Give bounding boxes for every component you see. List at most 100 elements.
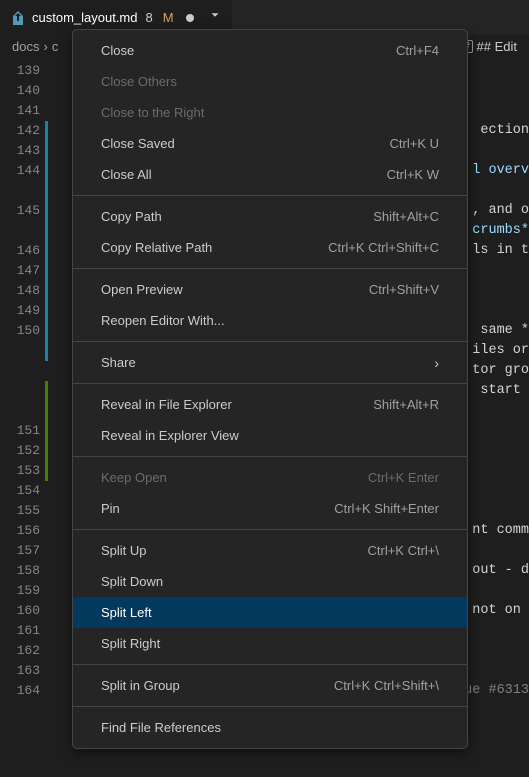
menu-item-label: Reveal in File Explorer bbox=[101, 397, 232, 412]
chevron-right-icon: › bbox=[43, 39, 47, 54]
breadcrumb-outline[interactable]: # ## Edit bbox=[460, 39, 517, 54]
menu-separator bbox=[73, 195, 467, 196]
menu-item-label: Split in Group bbox=[101, 678, 180, 693]
menu-item-shortcut: Shift+Alt+R bbox=[373, 397, 439, 412]
line-number: 160 bbox=[0, 601, 48, 621]
line-number bbox=[0, 341, 48, 361]
menu-item-label: Open Preview bbox=[101, 282, 183, 297]
menu-item-copy-path[interactable]: Copy Path Shift+Alt+C bbox=[73, 201, 467, 232]
menu-item-share[interactable]: Share › bbox=[73, 347, 467, 378]
tab-context-menu: Close Ctrl+F4 Close Others Close to the Rig… bbox=[72, 29, 468, 749]
menu-item-reopen-editor-with[interactable]: Reopen Editor With... bbox=[73, 305, 467, 336]
menu-item-label: Copy Path bbox=[101, 209, 162, 224]
menu-item-shortcut: Shift+Alt+C bbox=[373, 209, 439, 224]
menu-item-open-preview[interactable]: Open Preview Ctrl+Shift+V bbox=[73, 274, 467, 305]
line-number bbox=[0, 381, 48, 401]
change-indicator bbox=[45, 121, 48, 361]
menu-item-split-left[interactable]: Split Left bbox=[73, 597, 467, 628]
menu-item-label: Close Others bbox=[101, 74, 177, 89]
menu-item-label: Close All bbox=[101, 167, 152, 182]
menu-item-reveal-in-explorer-view[interactable]: Reveal in Explorer View bbox=[73, 420, 467, 451]
menu-item-reveal-in-file-explorer[interactable]: Reveal in File Explorer Shift+Alt+R bbox=[73, 389, 467, 420]
menu-item-split-in-group[interactable]: Split in GroupCtrl+K Ctrl+Shift+\ bbox=[73, 670, 467, 701]
chevron-down-icon[interactable] bbox=[208, 8, 222, 27]
menu-separator bbox=[73, 706, 467, 707]
menu-item-shortcut: Ctrl+Shift+V bbox=[369, 282, 439, 297]
line-number: 140 bbox=[0, 81, 48, 101]
line-number bbox=[0, 401, 48, 421]
line-number: 155 bbox=[0, 501, 48, 521]
menu-item-label: Close Saved bbox=[101, 136, 175, 151]
menu-item-split-down[interactable]: Split Down bbox=[73, 566, 467, 597]
line-number: 150 bbox=[0, 321, 48, 341]
line-number: 143 bbox=[0, 141, 48, 161]
line-number: 151 bbox=[0, 421, 48, 441]
menu-separator bbox=[73, 268, 467, 269]
menu-separator bbox=[73, 529, 467, 530]
menu-item-label: Split Right bbox=[101, 636, 160, 651]
menu-item-shortcut: Ctrl+K U bbox=[390, 136, 439, 151]
markdown-file-icon bbox=[10, 10, 26, 26]
chevron-right-icon: › bbox=[434, 355, 439, 371]
menu-item-label: Copy Relative Path bbox=[101, 240, 212, 255]
line-number: 144 bbox=[0, 161, 48, 181]
menu-item-split-up[interactable]: Split Up Ctrl+K Ctrl+\ bbox=[73, 535, 467, 566]
menu-separator bbox=[73, 341, 467, 342]
menu-separator bbox=[73, 664, 467, 665]
line-number bbox=[0, 361, 48, 381]
menu-item-close-others: Close Others bbox=[73, 66, 467, 97]
line-number: 147 bbox=[0, 261, 48, 281]
menu-separator bbox=[73, 456, 467, 457]
menu-item-shortcut: Ctrl+F4 bbox=[396, 43, 439, 58]
line-number-gutter: 1391401411421431441451461471481491501511… bbox=[0, 57, 48, 777]
menu-item-close[interactable]: Close Ctrl+F4 bbox=[73, 35, 467, 66]
tab-modified-indicator: M bbox=[163, 10, 174, 25]
line-number: 139 bbox=[0, 61, 48, 81]
menu-item-shortcut: Ctrl+K Ctrl+\ bbox=[367, 543, 439, 558]
line-number: 157 bbox=[0, 541, 48, 561]
line-number: 159 bbox=[0, 581, 48, 601]
menu-item-copy-relative-path[interactable]: Copy Relative PathCtrl+K Ctrl+Shift+C bbox=[73, 232, 467, 263]
tab-dirty-dot bbox=[186, 14, 194, 22]
menu-item-find-file-references[interactable]: Find File References bbox=[73, 712, 467, 743]
line-number: 152 bbox=[0, 441, 48, 461]
menu-item-pin[interactable]: PinCtrl+K Shift+Enter bbox=[73, 493, 467, 524]
menu-item-label: Reveal in Explorer View bbox=[101, 428, 239, 443]
line-number: 161 bbox=[0, 621, 48, 641]
tab-filename: custom_layout.md bbox=[32, 10, 138, 25]
menu-separator bbox=[73, 383, 467, 384]
line-number: 163 bbox=[0, 661, 48, 681]
menu-item-close-to-the-right: Close to the Right bbox=[73, 97, 467, 128]
line-number: 154 bbox=[0, 481, 48, 501]
breadcrumb-item[interactable]: c bbox=[52, 39, 59, 54]
line-number: 146 bbox=[0, 241, 48, 261]
menu-item-label: Split Up bbox=[101, 543, 147, 558]
outline-label: ## Edit bbox=[477, 39, 517, 54]
line-number: 148 bbox=[0, 281, 48, 301]
line-number: 142 bbox=[0, 121, 48, 141]
menu-item-close-all[interactable]: Close AllCtrl+K W bbox=[73, 159, 467, 190]
line-number: 141 bbox=[0, 101, 48, 121]
menu-item-keep-open: Keep Open Ctrl+K Enter bbox=[73, 462, 467, 493]
menu-item-label: Pin bbox=[101, 501, 120, 516]
line-number bbox=[0, 181, 48, 201]
line-number: 162 bbox=[0, 641, 48, 661]
line-number: 145 bbox=[0, 201, 48, 221]
change-indicator bbox=[45, 381, 48, 481]
menu-item-label: Share bbox=[101, 355, 136, 370]
tab-badge-number: 8 bbox=[146, 10, 153, 25]
line-number bbox=[0, 221, 48, 241]
line-number: 156 bbox=[0, 521, 48, 541]
menu-item-label: Split Down bbox=[101, 574, 163, 589]
menu-item-split-right[interactable]: Split Right bbox=[73, 628, 467, 659]
menu-item-close-saved[interactable]: Close Saved Ctrl+K U bbox=[73, 128, 467, 159]
menu-item-label: Close bbox=[101, 43, 134, 58]
menu-item-shortcut: Ctrl+K Enter bbox=[368, 470, 439, 485]
line-number: 153 bbox=[0, 461, 48, 481]
menu-item-label: Keep Open bbox=[101, 470, 167, 485]
line-number: 158 bbox=[0, 561, 48, 581]
menu-item-label: Close to the Right bbox=[101, 105, 204, 120]
breadcrumb-item[interactable]: docs bbox=[12, 39, 39, 54]
line-number: 149 bbox=[0, 301, 48, 321]
menu-item-label: Split Left bbox=[101, 605, 152, 620]
